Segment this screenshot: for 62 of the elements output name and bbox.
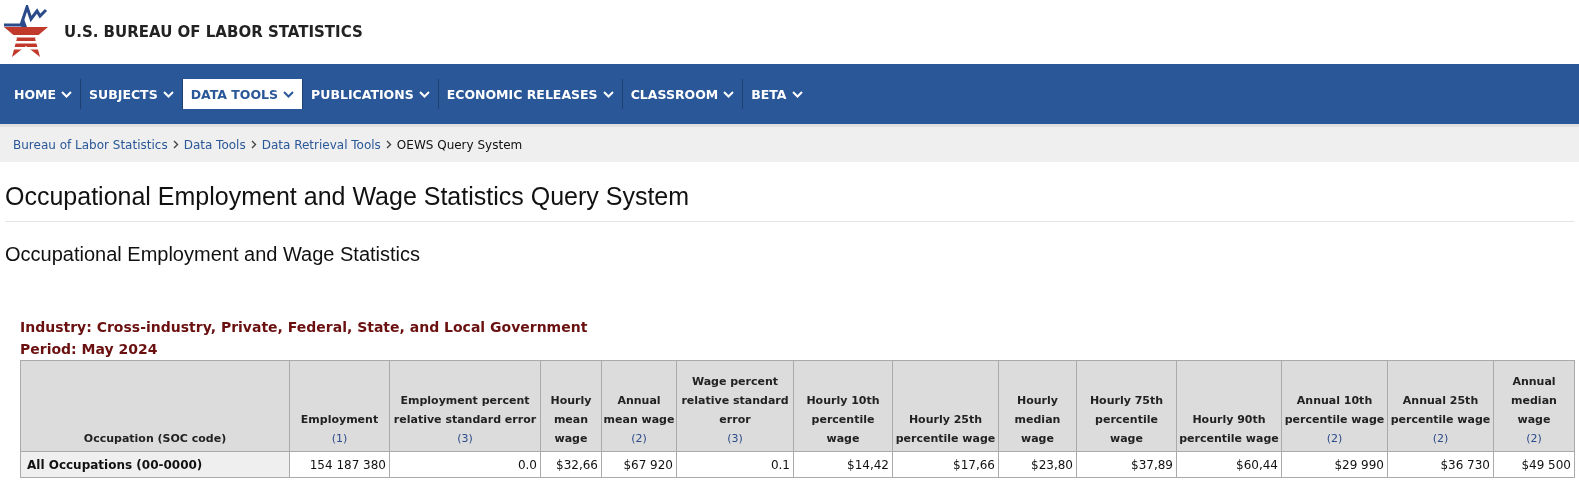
column-label: Annual 10th percentile wage [1283,393,1386,428]
footnote-link[interactable]: (2) [1326,429,1343,448]
footnote-link[interactable]: (1) [331,429,348,448]
logo-icon[interactable] [2,5,50,59]
breadcrumb-link[interactable]: Data Retrieval Tools [261,137,381,152]
table-cell: $36 730 [1387,451,1494,478]
column-label: Hourly 25th percentile wage [894,412,997,447]
nav-menu-item[interactable]: ECONOMIC RELEASES [438,79,622,109]
table-cell: $49 500 [1493,451,1575,478]
footnote-link[interactable]: (2) [1432,429,1449,448]
nav-menu-item[interactable]: BETA [743,79,811,109]
footnote-link[interactable]: (2) [1526,429,1542,448]
chevron-down-icon [61,90,73,98]
table-cell: 0.1 [676,451,794,478]
nav-menu-item[interactable]: SUBJECTS [81,79,182,109]
table-cell: $23,80 [998,451,1077,478]
table-cell: $14,42 [793,451,893,478]
table-cell: $17,66 [892,451,999,478]
chevron-right-icon [172,140,179,149]
column-label: Hourly median wage [1013,393,1062,447]
table-cell: $67 920 [601,451,677,478]
chevron-down-icon [162,90,174,98]
page-title: Occupational Employment and Wage Statistics Query System [5,162,1574,222]
footnote-link[interactable]: (2) [631,429,647,448]
table-caption: Period: May 2024 [20,340,159,359]
table-cell: 154 187 380 [289,451,390,478]
column-label: Employment percent relative standard error [392,393,538,428]
chevron-down-icon [418,90,430,98]
nav-menu-item[interactable]: HOME [6,79,81,109]
column-label: Annual mean wage [603,393,675,428]
breadcrumb-link[interactable]: Bureau of Labor Statistics [13,137,168,152]
chevron-down-icon [283,90,295,98]
table-cell: 0.0 [389,451,541,478]
table-cell: $37,89 [1076,451,1177,478]
row-header-cell: All Occupations (00-0000) [20,451,290,478]
chevron-down-icon [791,90,803,98]
section-heading: Occupational Employment and Wage Statistics [5,242,421,266]
column-label: Hourly mean wage [549,393,593,447]
chevron-right-icon [250,140,257,149]
column-label: Annual median wage [1510,374,1558,428]
chevron-down-icon [602,90,614,98]
site-title: U.S. BUREAU OF LABOR STATISTICS [64,23,363,41]
breadcrumb-current: OEWS Query System [396,137,523,152]
column-label: Annual 25th percentile wage [1389,393,1492,428]
table-cell: $32,66 [540,451,602,478]
table-caption: Industry: Cross-industry, Private, Federal, State, and Local Government [20,318,589,337]
chevron-right-icon [385,140,392,149]
nav-menu-item[interactable]: PUBLICATIONS [303,79,438,109]
column-label: Hourly 75th percentile wage [1088,393,1165,447]
footnote-link[interactable]: (3) [457,429,473,448]
column-label: Occupation (SOC code) [82,431,228,447]
nav-menu-item[interactable]: DATA TOOLS [182,79,303,109]
footnote-link[interactable]: (3) [727,429,743,448]
table-cell: $60,44 [1176,451,1282,478]
nav-menu-item[interactable]: CLASSROOM [622,79,743,109]
chevron-down-icon [723,90,735,98]
table-cell: $29 990 [1281,451,1388,478]
column-label: Hourly 90th percentile wage [1178,412,1280,447]
column-label: Employment [299,412,380,428]
breadcrumb-link[interactable]: Data Tools [183,137,246,152]
column-label: Wage percent relative standard error [680,374,790,428]
column-label: Hourly 10th percentile wage [805,393,881,447]
